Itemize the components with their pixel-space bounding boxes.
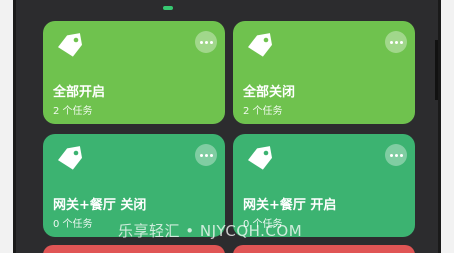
more-options-button[interactable] — [385, 31, 407, 53]
watermark-text: 乐享轻汇 • NJYCQH.COM — [118, 222, 303, 240]
tag-icon — [58, 33, 82, 57]
more-options-button[interactable] — [195, 144, 217, 166]
shortcut-card-all-on[interactable]: 全部开启 2 个任务 — [43, 21, 225, 124]
card-title: 网关+餐厅 开启 — [243, 198, 337, 213]
card-subtitle: 2 个任务 — [53, 106, 93, 117]
card-subtitle: 0 个任务 — [53, 219, 93, 230]
page-indicator — [163, 6, 173, 10]
more-options-button[interactable] — [385, 144, 407, 166]
card-title: 全部开启 — [53, 85, 106, 100]
shortcut-card-partial[interactable] — [43, 245, 225, 253]
phone-frame: 全部开启 2 个任务 全部关闭 2 个任务 网关+餐厅 关闭 0 个任务 网关+… — [13, 0, 441, 253]
tag-icon — [58, 146, 82, 170]
shortcut-card-all-off[interactable]: 全部关闭 2 个任务 — [233, 21, 415, 124]
shortcut-card-partial[interactable] — [233, 245, 415, 253]
card-subtitle: 2 个任务 — [243, 106, 283, 117]
more-options-button[interactable] — [195, 31, 217, 53]
tag-icon — [248, 146, 272, 170]
side-button — [435, 40, 438, 100]
card-title: 网关+餐厅 关闭 — [53, 198, 147, 213]
tag-icon — [248, 33, 272, 57]
card-title: 全部关闭 — [243, 85, 296, 100]
